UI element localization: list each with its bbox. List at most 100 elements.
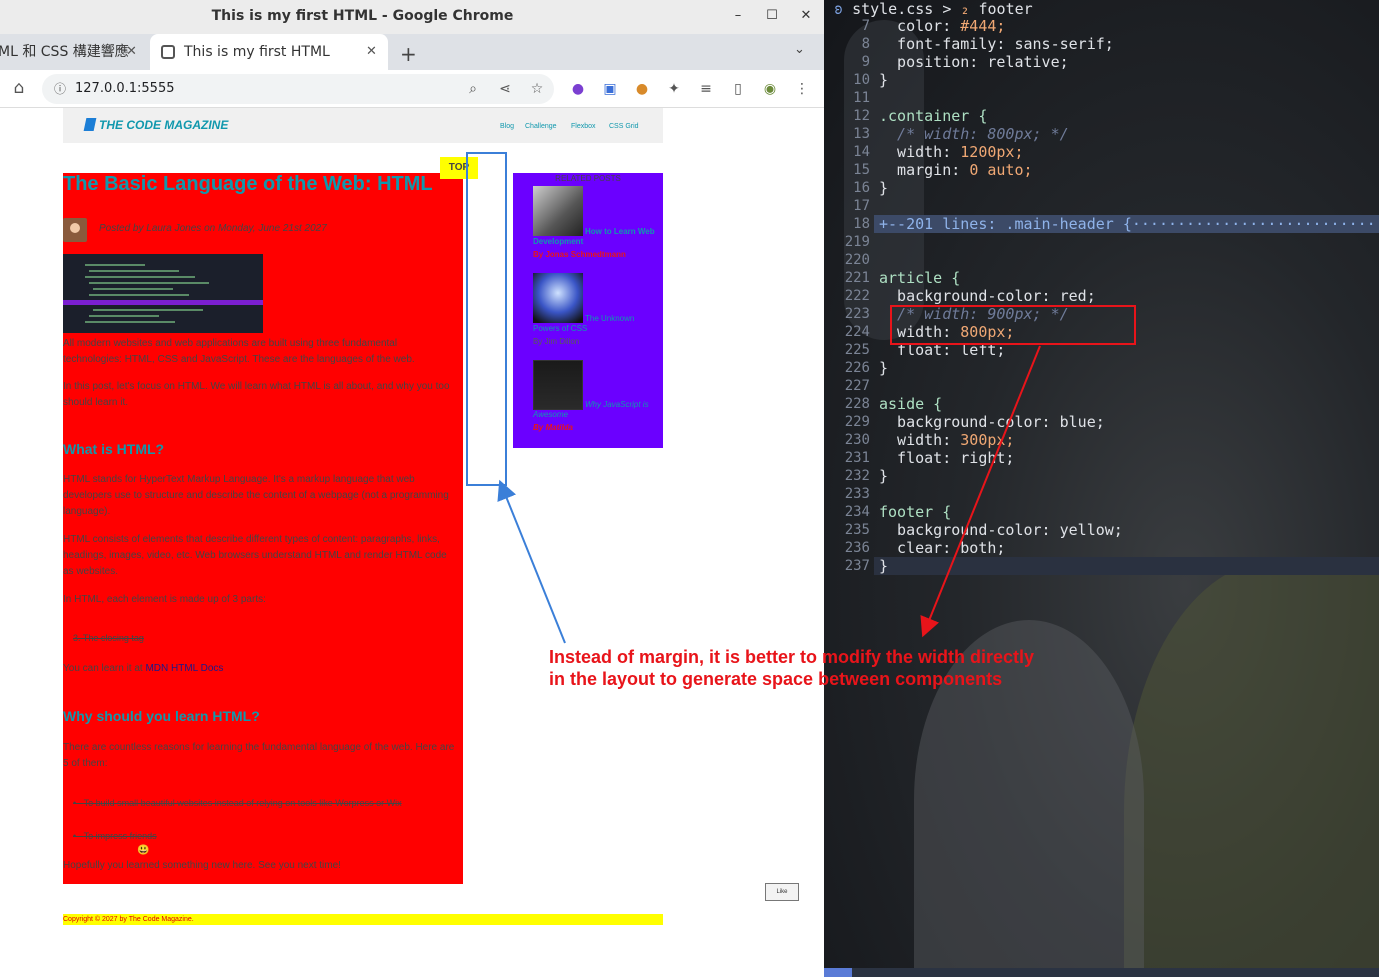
post-author: By Jim Dillon — [533, 337, 580, 346]
tab-inactive[interactable]: ML 和 CSS 構建響應 ✕ — [0, 34, 146, 70]
media-queue-icon[interactable]: ≡ — [696, 79, 716, 99]
tab-label: This is my first HTML — [184, 44, 330, 60]
code-line[interactable]: } — [879, 71, 888, 89]
breadcrumb-file[interactable]: style.css — [852, 0, 933, 18]
heading-why-learn-html: Why should you learn HTML? — [63, 708, 260, 724]
menu-kebab-icon[interactable]: ⋮ — [792, 79, 812, 99]
line-number: 17 — [853, 198, 870, 214]
article-paragraph: Hopefully you learned something new here… — [63, 860, 341, 871]
minimize-button[interactable]: – — [729, 7, 747, 25]
nav-link-blog[interactable]: Blog — [500, 123, 514, 130]
breadcrumb-separator: > — [942, 0, 952, 18]
line-number: 15 — [853, 162, 870, 178]
url-text: 127.0.0.1:5555 — [75, 81, 175, 96]
site-logo[interactable]: THE CODE MAGAZINE — [83, 118, 228, 132]
code-line[interactable]: /* width: 800px; */ — [879, 125, 1069, 143]
like-button[interactable]: Like — [765, 883, 799, 901]
top-tag: TOP — [440, 157, 478, 179]
translate-icon[interactable]: ▣ — [600, 79, 620, 99]
home-icon[interactable]: ⌂ — [9, 78, 29, 98]
extensions-puzzle-icon[interactable]: ✦ — [664, 79, 684, 99]
maximize-button[interactable]: ☐ — [763, 7, 781, 25]
close-tab-icon[interactable]: ✕ — [366, 34, 377, 70]
tab-active[interactable]: This is my first HTML ✕ — [150, 34, 388, 70]
favicon-icon — [161, 45, 175, 59]
annotation-text: Instead of margin, it is better to modif… — [549, 646, 1034, 690]
code-line[interactable]: float: left; — [879, 341, 1005, 359]
code-line[interactable]: background-color: yellow; — [879, 521, 1123, 539]
line-number: 231 — [844, 450, 870, 466]
article-paragraph: In this post, let's focus on HTML. We wi… — [63, 381, 450, 408]
code-line[interactable]: position: relative; — [879, 53, 1069, 71]
annotation-line: Instead of margin, it is better to modif… — [549, 647, 1035, 667]
site-header: THE CODE MAGAZINE Blog Challenge Flexbox… — [63, 108, 663, 143]
line-number: 221 — [844, 270, 870, 286]
code-line[interactable]: color: #444; — [879, 17, 1005, 35]
new-tab-button[interactable]: + — [400, 42, 417, 66]
code-line[interactable]: margin: 0 auto; — [879, 161, 1032, 179]
nav-link-challenge[interactable]: Challenge — [525, 123, 557, 130]
line-number: 10 — [853, 72, 870, 88]
zoom-icon[interactable]: ⌕ — [463, 79, 483, 99]
code-line[interactable]: background-color: blue; — [879, 413, 1105, 431]
author-avatar — [63, 218, 87, 242]
article-paragraph: There are countless reasons for learning… — [63, 742, 455, 769]
nav-link-flexbox[interactable]: Flexbox — [571, 123, 596, 130]
code-line[interactable]: } — [879, 557, 888, 575]
close-window-button[interactable]: ✕ — [797, 7, 815, 25]
mdn-docs-link[interactable]: MDN HTML Docs — [145, 663, 223, 674]
code-line[interactable]: background-color: red; — [879, 287, 1096, 305]
code-line[interactable]: width: 300px; — [879, 431, 1014, 449]
code-line[interactable]: /* width: 900px; */ — [879, 305, 1069, 323]
line-number: 219 — [844, 234, 870, 250]
code-line[interactable]: aside { — [879, 395, 942, 413]
list-item: 3. The closing tag — [73, 633, 144, 643]
site-footer: Copyright © 2027 by The Code Magazine. — [63, 914, 663, 925]
post-title-link[interactable]: The Unknown Powers of CSS — [533, 314, 659, 334]
article-paragraph: You can learn it at MDN HTML Docs — [63, 661, 458, 677]
nav-link-css-grid[interactable]: CSS Grid — [609, 123, 639, 130]
list-item: • To build small beautiful websites inst… — [73, 798, 402, 808]
post-author: By Matilda — [533, 423, 574, 432]
code-line[interactable]: width: 1200px; — [879, 143, 1023, 161]
line-number: 16 — [853, 180, 870, 196]
extension-lr-icon[interactable]: ● — [568, 79, 588, 99]
code-line[interactable]: } — [879, 359, 888, 377]
post-title-link[interactable]: Why JavaScript is Awesome — [533, 400, 659, 420]
code-line[interactable]: clear: both; — [879, 539, 1005, 557]
line-number: 224 — [844, 324, 870, 340]
close-tab-icon[interactable]: ✕ — [126, 34, 137, 70]
line-number: 229 — [844, 414, 870, 430]
article-code-image — [63, 254, 263, 333]
cookie-icon[interactable]: ● — [632, 79, 652, 99]
line-number: 236 — [844, 540, 870, 556]
code-line[interactable]: font-family: sans-serif; — [879, 35, 1114, 53]
breadcrumb-symbol[interactable]: footer — [979, 0, 1033, 18]
share-icon[interactable]: ⋖ — [495, 79, 515, 99]
post-title-link[interactable]: How to Learn Web Development — [533, 227, 659, 247]
code-line[interactable]: width: 800px; — [879, 323, 1014, 341]
code-line[interactable]: footer { — [879, 503, 951, 521]
code-line[interactable]: } — [879, 179, 888, 197]
address-bar[interactable]: ⓘ 127.0.0.1:5555 ⌕ ⋖ ☆ — [42, 74, 554, 104]
heading-what-is-html: What is HTML? — [63, 441, 165, 457]
tab-label: ML 和 CSS 構建響應 — [0, 44, 129, 60]
annotation-line: in the layout to generate space between … — [549, 669, 1003, 689]
article-paragraph: In HTML, each element is made up of 3 pa… — [63, 594, 266, 605]
list-item-text: To build small beautiful websites instea… — [83, 798, 402, 808]
info-icon[interactable]: ⓘ — [50, 79, 70, 99]
line-number: 222 — [844, 288, 870, 304]
code-line[interactable]: } — [879, 467, 888, 485]
code-line[interactable]: float: right; — [879, 449, 1014, 467]
vim-editor: ʚ style.css > ₂ footer 7 color: #444; 8 f… — [824, 0, 1379, 977]
line-number: 14 — [853, 144, 870, 160]
profile-avatar-icon[interactable]: ◉ — [760, 79, 780, 99]
side-panel-icon[interactable]: ▯ — [728, 79, 748, 99]
line-number: 230 — [844, 432, 870, 448]
code-line[interactable]: +--201 lines: .main-header {············… — [879, 215, 1379, 233]
code-line[interactable]: article { — [879, 269, 960, 287]
tab-search-chevron-icon[interactable]: ⌄ — [794, 42, 805, 57]
bookmark-star-icon[interactable]: ☆ — [527, 79, 547, 99]
article-paragraph: HTML stands for HyperText Markup Languag… — [63, 474, 449, 517]
code-line[interactable]: .container { — [879, 107, 987, 125]
